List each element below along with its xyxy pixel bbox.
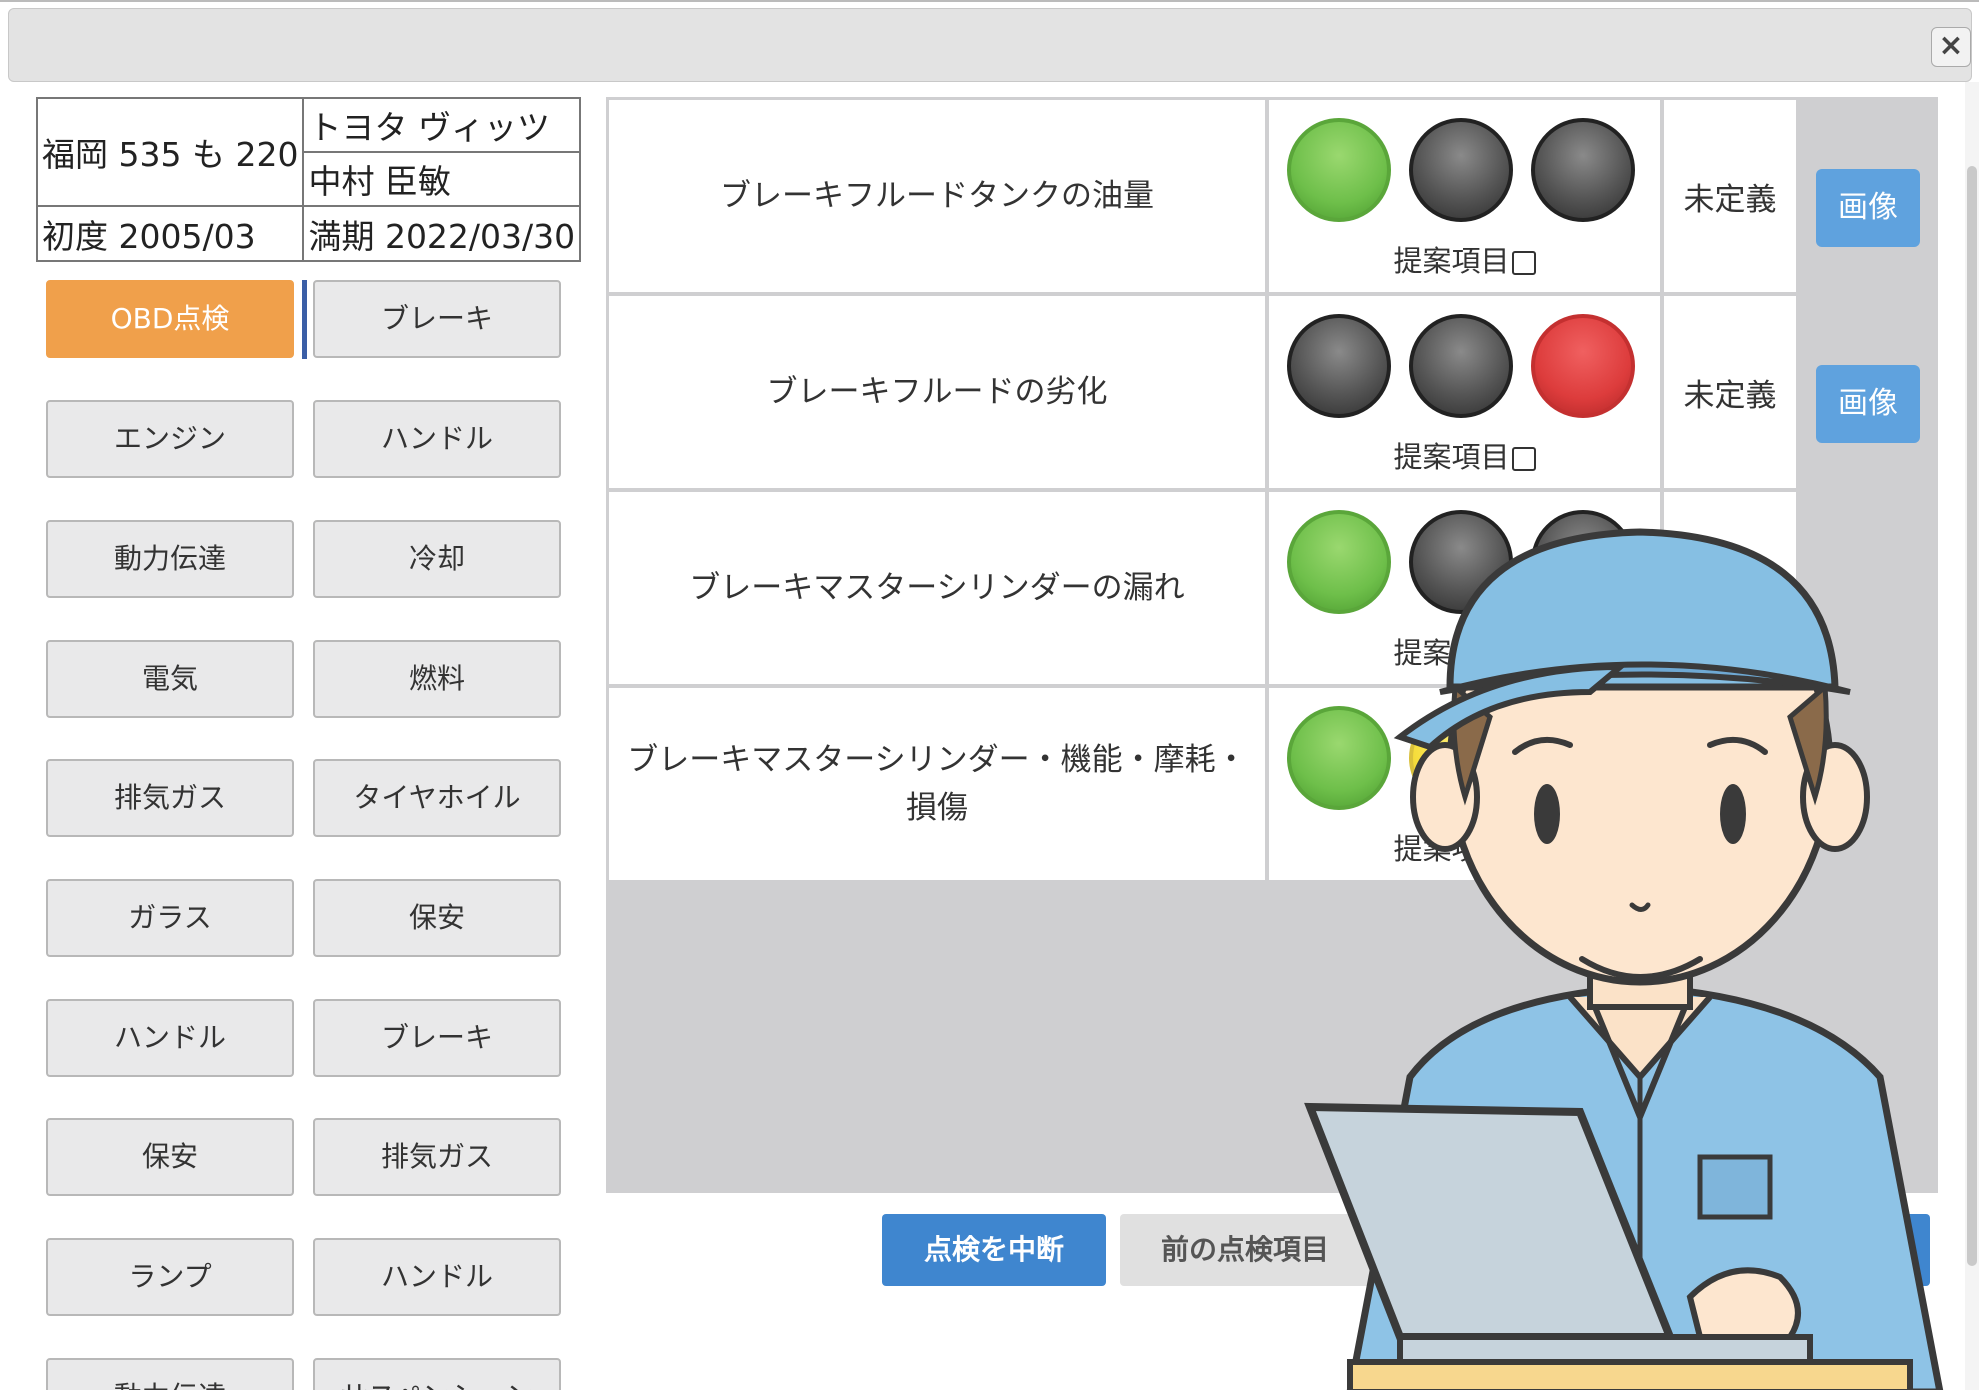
- mechanic-mascot-illustration: [1304, 528, 1944, 1390]
- category-button[interactable]: サスペンション: [313, 1358, 561, 1390]
- status-lamp-bad[interactable]: [1531, 314, 1635, 418]
- category-button[interactable]: 動力伝達: [46, 520, 294, 598]
- category-button[interactable]: ブレーキ: [313, 999, 561, 1077]
- active-indicator: [302, 280, 307, 359]
- inspection-row: ブレーキフルードの劣化 提案項目 未定義: [606, 296, 1800, 488]
- inspection-item-name: ブレーキフルードタンクの油量: [609, 100, 1265, 292]
- proposal-checkbox[interactable]: [1511, 251, 1536, 275]
- category-button[interactable]: 排気ガス: [46, 759, 294, 837]
- first-registration: 初度 2005/03: [35, 205, 305, 262]
- category-button[interactable]: 排気ガス: [313, 1118, 561, 1196]
- window-titlebar: ×: [8, 8, 1972, 82]
- category-button-obd[interactable]: OBD点検: [46, 280, 294, 358]
- vehicle-info-table: 福岡 535 も 220 トヨタ ヴィッツ 中村 臣敏 初度 2005/03 満…: [35, 97, 582, 262]
- proposal-checkbox[interactable]: [1511, 447, 1536, 471]
- category-button[interactable]: ランプ: [46, 1238, 294, 1316]
- category-button[interactable]: ハンドル: [313, 1238, 561, 1316]
- category-button[interactable]: ガラス: [46, 879, 294, 957]
- category-button[interactable]: ハンドル: [46, 999, 294, 1077]
- inspection-window: × 福岡 535 も 220 トヨタ ヴィッツ 中村 臣敏 初度 2005/03…: [0, 0, 1979, 1390]
- image-button[interactable]: 画像: [1816, 169, 1920, 247]
- status-lamps: 提案項目: [1269, 100, 1660, 292]
- proposal-option[interactable]: 提案項目: [1269, 238, 1660, 280]
- inspection-item-name: ブレーキマスターシリンダー・機能・摩耗・損傷: [609, 688, 1265, 880]
- status-text: 未定義: [1664, 100, 1796, 292]
- category-button[interactable]: ブレーキ: [313, 280, 561, 358]
- category-button[interactable]: 保安: [313, 879, 561, 957]
- stop-inspection-button[interactable]: 点検を中断: [882, 1214, 1106, 1286]
- inspection-expiry: 満期 2022/03/30: [302, 205, 582, 262]
- category-button[interactable]: 電気: [46, 640, 294, 718]
- proposal-option[interactable]: 提案項目: [1269, 434, 1660, 476]
- status-lamp-caution[interactable]: [1409, 118, 1513, 222]
- status-lamp-good[interactable]: [1287, 314, 1391, 418]
- owner-name: 中村 臣敏: [302, 151, 582, 207]
- proposal-label: 提案項目: [1393, 244, 1510, 278]
- category-button[interactable]: タイヤホイル: [313, 759, 561, 837]
- category-button[interactable]: 燃料: [313, 640, 561, 718]
- category-button[interactable]: 保安: [46, 1118, 294, 1196]
- image-button[interactable]: 画像: [1816, 365, 1920, 443]
- category-button[interactable]: 冷却: [313, 520, 561, 598]
- status-lamp-caution[interactable]: [1409, 314, 1513, 418]
- category-button[interactable]: エンジン: [46, 400, 294, 478]
- category-button[interactable]: 動力伝達: [46, 1358, 294, 1390]
- category-button[interactable]: ハンドル: [313, 400, 561, 478]
- status-lamp-bad[interactable]: [1531, 118, 1635, 222]
- inspection-row: ブレーキフルードタンクの油量 提案項目 未定義: [606, 100, 1800, 292]
- status-lamp-good[interactable]: [1287, 118, 1391, 222]
- status-text: 未定義: [1664, 296, 1796, 488]
- status-lamps: 提案項目: [1269, 296, 1660, 488]
- inspection-item-name: ブレーキマスターシリンダーの漏れ: [609, 492, 1265, 684]
- license-plate: 福岡 535 も 220: [35, 97, 305, 207]
- close-button[interactable]: ×: [1931, 27, 1971, 67]
- proposal-label: 提案項目: [1393, 440, 1510, 474]
- inspection-item-name: ブレーキフルードの劣化: [609, 296, 1265, 488]
- vehicle-model: トヨタ ヴィッツ: [302, 97, 582, 153]
